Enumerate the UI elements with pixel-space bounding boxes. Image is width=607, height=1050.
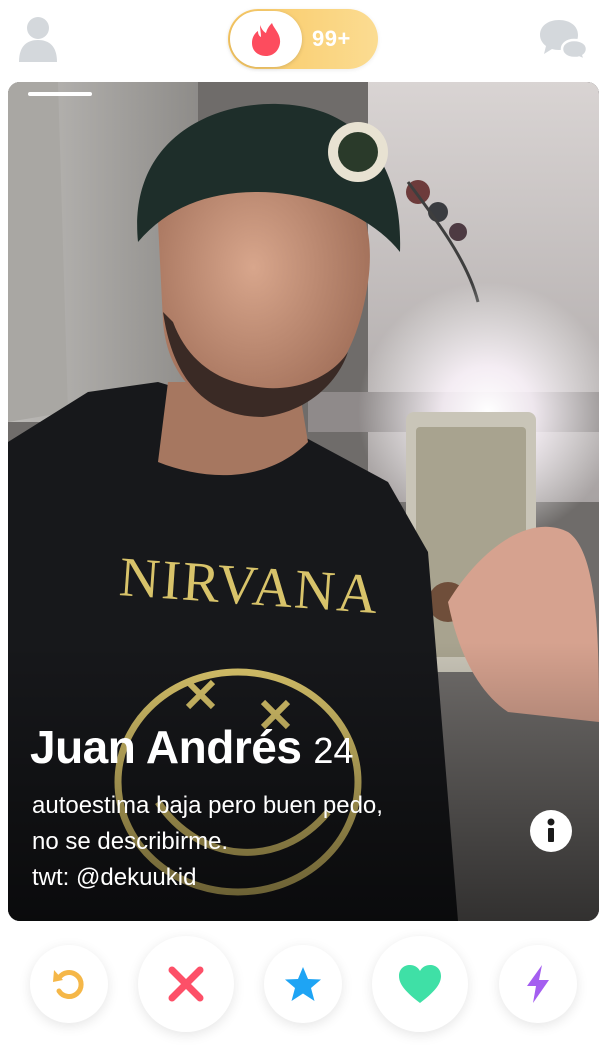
- likes-count-badge: 99+: [312, 26, 351, 51]
- heart-icon: [399, 965, 441, 1003]
- x-icon: [168, 966, 204, 1002]
- gold-likes-toggle[interactable]: 99+: [228, 9, 378, 69]
- toggle-knob[interactable]: [230, 11, 302, 67]
- photo-progress-indicator: [28, 92, 92, 96]
- rewind-button[interactable]: [30, 945, 108, 1023]
- chat-bubbles-icon: [540, 20, 589, 63]
- star-icon: [285, 967, 321, 1001]
- boost-button[interactable]: [499, 945, 577, 1023]
- lightning-icon: [527, 965, 549, 1003]
- flame-icon: [252, 23, 281, 56]
- info-button[interactable]: [530, 810, 572, 852]
- super-like-button[interactable]: [264, 945, 342, 1023]
- bio-line: autoestima baja pero buen pedo,: [32, 792, 383, 819]
- nope-button[interactable]: [138, 936, 234, 1032]
- profile-button[interactable]: [18, 16, 58, 62]
- like-button[interactable]: [372, 936, 468, 1032]
- person-icon: [19, 17, 57, 62]
- profile-card[interactable]: NIRVANA Juan Andrés 24 autoestima baja pe…: [8, 82, 599, 921]
- profile-bio: autoestima baja pero buen pedo, no se de…: [32, 788, 512, 896]
- action-bar: [0, 925, 607, 1050]
- messages-button[interactable]: [540, 18, 589, 63]
- bio-line: twt: @dekuukid: [32, 864, 197, 891]
- bio-line: no se describirme.: [32, 828, 229, 855]
- rewind-icon: [53, 970, 84, 999]
- profile-age: 24: [313, 730, 354, 771]
- profile-name: Juan Andrés: [30, 721, 302, 773]
- top-bar: 99+: [0, 0, 607, 80]
- name-line: Juan Andrés 24: [30, 720, 353, 774]
- info-icon: [547, 818, 555, 842]
